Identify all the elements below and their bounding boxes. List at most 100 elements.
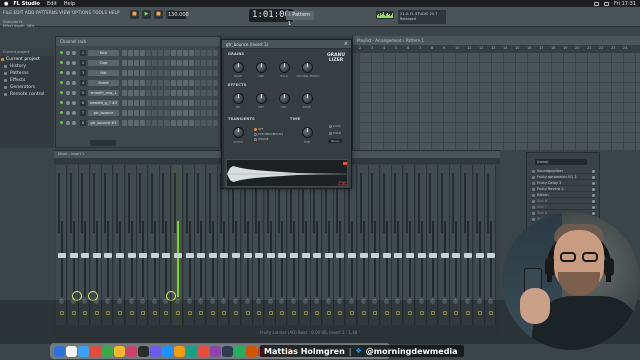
waveform-display[interactable] <box>226 159 348 187</box>
channel-mixer-track[interactable]: 8 <box>80 120 86 126</box>
fader-track[interactable] <box>258 221 261 297</box>
channel-pan-knob[interactable] <box>66 121 70 125</box>
play-icon[interactable]: ▶ <box>142 10 151 19</box>
channel-volume-knob[interactable] <box>72 111 76 115</box>
channel-pan-knob[interactable] <box>66 51 70 55</box>
playlist-title[interactable]: Playlist - Arrangement › Pattern 1 <box>353 36 640 45</box>
drive-knob[interactable] <box>302 93 313 104</box>
fader-handle[interactable] <box>382 253 391 258</box>
fader-handle[interactable] <box>417 253 426 258</box>
fader-track[interactable] <box>95 221 98 297</box>
fader-track[interactable] <box>130 221 133 297</box>
fader-handle[interactable] <box>290 253 298 258</box>
browser-item-remote-control[interactable]: Remote control <box>0 91 54 98</box>
step-button[interactable] <box>128 110 134 116</box>
step-button[interactable] <box>164 80 170 86</box>
step-button[interactable] <box>128 90 134 96</box>
fader-handle[interactable] <box>440 253 449 258</box>
channel-mute-led[interactable] <box>60 101 63 104</box>
step-button[interactable] <box>188 60 194 66</box>
channel-row[interactable]: 5 smooth_cow_1 <box>56 89 222 97</box>
add-channel-button[interactable] <box>90 140 116 146</box>
step-button[interactable] <box>170 110 176 116</box>
plugin-title-bar[interactable]: gtr_bounce (Insert 1) × <box>222 40 351 48</box>
step-button[interactable] <box>182 50 188 56</box>
fader-track[interactable] <box>200 221 203 297</box>
time-knob[interactable] <box>302 127 313 138</box>
fader-track[interactable] <box>409 221 411 297</box>
step-button[interactable] <box>164 50 170 56</box>
fl-studio-icon[interactable] <box>174 345 185 357</box>
step-button[interactable] <box>158 70 164 76</box>
channel-row[interactable]: 8 gtr_bounce #2 <box>56 119 222 127</box>
channel-volume-knob[interactable] <box>72 121 76 125</box>
channel-pan-knob[interactable] <box>66 101 70 105</box>
time-hold-radio[interactable]: HOLD <box>329 131 341 135</box>
step-button[interactable] <box>194 100 200 106</box>
channel-name-button[interactable]: Clap <box>88 60 119 66</box>
step-button[interactable] <box>164 90 170 96</box>
display-icon[interactable] <box>594 1 600 6</box>
step-button[interactable] <box>206 80 212 86</box>
fader-track[interactable] <box>293 221 295 297</box>
step-button[interactable] <box>212 100 218 106</box>
battery-icon[interactable] <box>604 1 610 6</box>
step-button[interactable] <box>182 100 188 106</box>
fader-track[interactable] <box>316 221 319 297</box>
space-knob[interactable] <box>233 62 244 73</box>
step-button[interactable] <box>128 60 134 66</box>
step-button[interactable] <box>146 90 152 96</box>
slot-enable-icon[interactable] <box>592 182 595 185</box>
channel-pan-knob[interactable] <box>66 91 70 95</box>
original-period-knob[interactable] <box>302 62 313 73</box>
browser-item-history[interactable]: History <box>0 63 54 70</box>
channel-pan-knob[interactable] <box>66 61 70 65</box>
step-button[interactable] <box>134 90 140 96</box>
fl-main-menu[interactable]: FILE EDIT ADD PATTERNS VIEW OPTIONS TOOL… <box>3 10 120 15</box>
fader-track[interactable] <box>61 221 63 297</box>
notes-icon[interactable] <box>114 345 125 357</box>
fader-handle[interactable] <box>104 253 113 258</box>
step-button[interactable] <box>122 50 128 56</box>
fader-track[interactable] <box>455 221 458 297</box>
dry-knob[interactable] <box>279 93 290 104</box>
step-button[interactable] <box>188 90 194 96</box>
effect-slot[interactable]: Fruity parametric EQ 2 <box>531 175 597 180</box>
step-button[interactable] <box>176 120 182 126</box>
step-button[interactable] <box>146 100 152 106</box>
hold-knob[interactable] <box>279 62 290 73</box>
channel-mute-led[interactable] <box>60 111 63 114</box>
step-button[interactable] <box>134 120 140 126</box>
step-button[interactable] <box>212 110 218 116</box>
step-button[interactable] <box>128 120 134 126</box>
fader-handle[interactable] <box>406 253 414 258</box>
fader-handle[interactable] <box>266 253 275 258</box>
step-button[interactable] <box>200 80 206 86</box>
step-button[interactable] <box>206 100 212 106</box>
fader-track[interactable] <box>490 221 493 297</box>
step-button[interactable] <box>212 90 218 96</box>
step-button[interactable] <box>146 110 152 116</box>
channel-mute-led[interactable] <box>60 51 63 54</box>
transient-whole-radio[interactable]: WHOLE <box>254 137 268 141</box>
step-button[interactable] <box>206 90 212 96</box>
step-button[interactable] <box>158 50 164 56</box>
step-button[interactable] <box>182 120 188 126</box>
step-button[interactable] <box>188 50 194 56</box>
step-button[interactable] <box>134 110 140 116</box>
channel-mixer-track[interactable]: 7 <box>80 110 86 116</box>
fader-handle[interactable] <box>301 253 310 258</box>
step-button[interactable] <box>140 50 146 56</box>
step-button[interactable] <box>140 70 146 76</box>
browser-item-patterns[interactable]: Patterns <box>0 70 54 77</box>
step-button[interactable] <box>122 80 128 86</box>
channel-name-button[interactable]: smooth_cow_1 <box>88 90 119 96</box>
fader-track[interactable] <box>84 221 87 297</box>
fader-handle[interactable] <box>220 253 229 258</box>
browser-item-current-project[interactable]: Current project <box>0 56 54 63</box>
channel-name-button[interactable]: Snare <box>88 80 119 86</box>
step-button[interactable] <box>140 110 146 116</box>
step-button[interactable] <box>158 80 164 86</box>
fader-handle[interactable] <box>127 253 136 258</box>
tempo-display[interactable]: 130.000 <box>168 11 189 19</box>
